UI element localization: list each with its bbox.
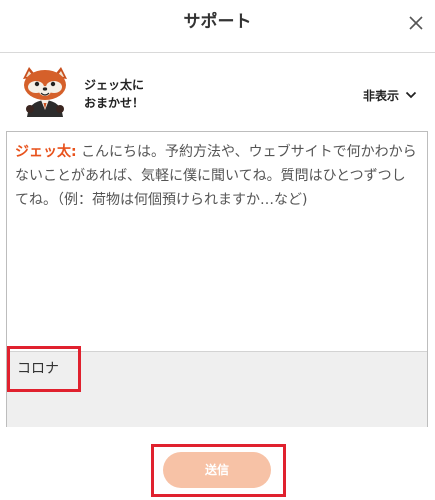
hide-toggle-button[interactable]: 非表示	[363, 85, 417, 105]
input-highlight-box	[7, 346, 81, 392]
close-icon[interactable]	[407, 14, 425, 32]
red-panda-avatar-icon	[23, 67, 67, 117]
support-chat-window: サポート ジェッ太に おまかせ！ 非表示 ジェッ太: こんにちは。予約方法や、ウ…	[0, 0, 435, 500]
message-speaker: ジェッ太:	[15, 144, 77, 160]
agent-name: ジェッ太に おまかせ！	[84, 78, 145, 110]
agent-row: ジェッ太に おまかせ！ 非表示	[0, 53, 435, 125]
bot-message: ジェッ太: こんにちは。予約方法や、ウェブサイトで何かわからないことがあれば、気…	[15, 140, 419, 212]
chevron-down-icon	[405, 91, 417, 99]
hide-toggle-label: 非表示	[362, 88, 399, 103]
header: サポート	[0, 0, 435, 53]
send-highlight-box	[151, 444, 286, 497]
page-title: サポート	[183, 12, 252, 32]
